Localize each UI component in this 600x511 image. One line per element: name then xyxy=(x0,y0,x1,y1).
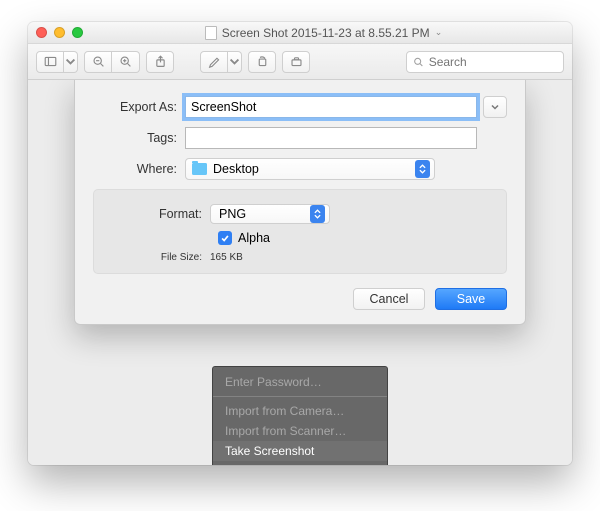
markup-dropdown-button[interactable] xyxy=(228,51,242,73)
minimize-window-button[interactable] xyxy=(54,27,65,38)
chevron-down-icon xyxy=(490,102,500,112)
cancel-button[interactable]: Cancel xyxy=(353,288,425,310)
share-button[interactable] xyxy=(146,51,174,73)
export-as-label: Export As: xyxy=(93,100,185,114)
tags-label: Tags: xyxy=(93,131,185,145)
toolbar xyxy=(28,44,572,80)
rotate-button[interactable] xyxy=(248,51,276,73)
markup-button[interactable] xyxy=(200,51,228,73)
expand-save-dialog-button[interactable] xyxy=(483,96,507,118)
search-field[interactable] xyxy=(406,51,564,73)
alpha-checkbox[interactable] xyxy=(218,231,232,245)
window-title: Screen Shot 2015-11-23 at 8.55.21 PM xyxy=(222,26,430,40)
menu-item-take-screenshot[interactable]: Take Screenshot xyxy=(213,441,387,461)
where-select[interactable]: Desktop xyxy=(185,158,435,180)
toolbox-button[interactable] xyxy=(282,51,310,73)
filesize-value: 165 KB xyxy=(210,252,243,263)
check-icon xyxy=(220,233,230,243)
export-sheet: Export As: Tags: Where: xyxy=(74,80,526,325)
where-label: Where: xyxy=(93,162,185,176)
alpha-label: Alpha xyxy=(238,231,270,245)
format-options-panel: Format: PNG Alpha xyxy=(93,189,507,274)
menu-separator xyxy=(213,396,387,397)
search-icon xyxy=(413,56,424,68)
select-arrows-icon xyxy=(415,160,430,178)
sidebar-dropdown-button[interactable] xyxy=(64,51,78,73)
format-label: Format: xyxy=(110,207,210,221)
titlebar: Screen Shot 2015-11-23 at 8.55.21 PM ⌄ xyxy=(28,22,572,44)
select-arrows-icon xyxy=(310,205,325,223)
save-button[interactable]: Save xyxy=(435,288,507,310)
menu-item-import-scanner[interactable]: Import from Scanner… xyxy=(213,421,387,441)
folder-icon xyxy=(192,163,207,175)
filesize-label: File Size: xyxy=(110,252,210,263)
document-icon xyxy=(205,26,217,40)
export-as-input[interactable] xyxy=(185,96,477,118)
sidebar-toggle-button[interactable] xyxy=(36,51,64,73)
where-value: Desktop xyxy=(213,162,259,176)
menu-item-import-camera[interactable]: Import from Camera… xyxy=(213,401,387,421)
zoom-window-button[interactable] xyxy=(72,27,83,38)
format-select[interactable]: PNG xyxy=(210,204,330,224)
menu-item-enter-password[interactable]: Enter Password… xyxy=(213,372,387,392)
format-value: PNG xyxy=(219,207,246,221)
zoom-out-button[interactable] xyxy=(84,51,112,73)
tags-input[interactable] xyxy=(185,127,477,149)
title-dropdown-icon[interactable]: ⌄ xyxy=(435,27,443,38)
zoom-in-button[interactable] xyxy=(112,51,140,73)
search-input[interactable] xyxy=(429,55,557,69)
close-window-button[interactable] xyxy=(36,27,47,38)
app-window: Screen Shot 2015-11-23 at 8.55.21 PM ⌄ xyxy=(28,22,572,465)
context-menu: Enter Password… Import from Camera… Impo… xyxy=(212,366,388,465)
